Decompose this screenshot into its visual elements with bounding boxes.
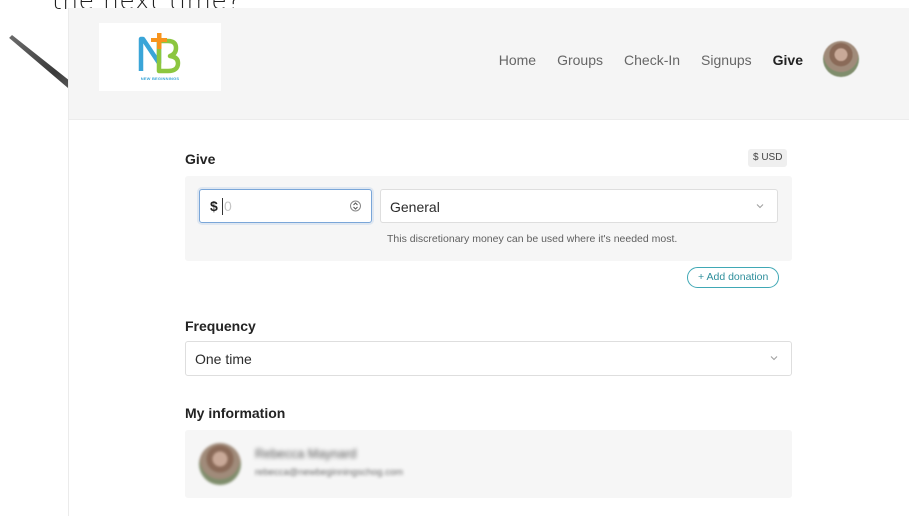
nav-signups[interactable]: Signups — [701, 52, 752, 68]
app-window: NEW BEGINNINGS Home Groups Check-In Sign… — [68, 8, 909, 516]
nb-logo-icon — [138, 33, 181, 74]
my-information-panel: Rebecca Maynard rebecca@newbeginningscho… — [185, 430, 792, 498]
give-title: Give — [185, 151, 216, 167]
user-avatar[interactable] — [823, 41, 859, 77]
my-information-title: My information — [185, 405, 286, 421]
amount-placeholder: 0 — [224, 198, 232, 214]
currency-badge[interactable]: $ USD — [748, 149, 788, 167]
number-spinner-icon[interactable] — [350, 199, 361, 213]
profile-email: rebecca@newbeginningschog.com — [255, 467, 404, 478]
frequency-select[interactable]: One time — [185, 341, 792, 376]
fund-description: This discretionary money can be used whe… — [387, 233, 678, 245]
text-caret — [222, 198, 223, 215]
frequency-select-value: One time — [195, 351, 252, 367]
amount-currency-symbol: $ — [210, 198, 218, 214]
nav-links: Home Groups Check-In Signups Give — [499, 52, 803, 68]
nav-give[interactable]: Give — [773, 52, 803, 68]
donation-panel: $ 0 General This discretionary money can… — [185, 176, 792, 261]
profile-name: Rebecca Maynard — [255, 447, 357, 461]
logo-wordmark: NEW BEGINNINGS — [140, 76, 180, 81]
church-logo[interactable]: NEW BEGINNINGS — [99, 23, 221, 91]
fund-select-value: General — [390, 199, 440, 215]
chevron-down-icon — [756, 204, 764, 209]
top-navbar: NEW BEGINNINGS Home Groups Check-In Sign… — [69, 8, 909, 120]
nav-groups[interactable]: Groups — [557, 52, 603, 68]
fund-select[interactable]: General — [380, 189, 778, 223]
screenshot: the next time? NEW BEGINNINGS — [0, 0, 909, 516]
chevron-down-icon — [770, 356, 778, 361]
profile-avatar — [199, 443, 241, 485]
nav-check-in[interactable]: Check-In — [624, 52, 680, 68]
frequency-title: Frequency — [185, 318, 256, 334]
amount-input[interactable]: $ 0 — [199, 189, 372, 223]
add-donation-button[interactable]: + Add donation — [687, 267, 780, 288]
nav-home[interactable]: Home — [499, 52, 536, 68]
